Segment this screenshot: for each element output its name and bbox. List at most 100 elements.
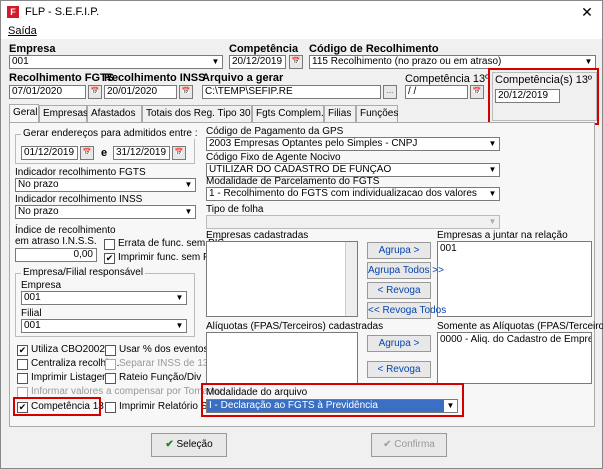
- indice-label-1: Índice de recolhimento: [15, 225, 116, 236]
- competencia13-field[interactable]: / /: [405, 85, 468, 99]
- gerar-enderecos-label: Gerar endereços para admitidos entre :: [21, 128, 200, 139]
- centraliza-checkbox[interactable]: [17, 359, 28, 370]
- calendar-icon[interactable]: 📅: [80, 146, 94, 160]
- recolhimento-inss-field[interactable]: 20/01/2020: [104, 85, 177, 99]
- empresa-select[interactable]: 001 ▼: [9, 55, 223, 69]
- recolhimento-fgts-label: Recolhimento FGTS: [9, 72, 115, 84]
- chevron-down-icon: ▼: [211, 57, 220, 66]
- usar-eventos-checkbox[interactable]: [105, 345, 116, 356]
- imprimir-func-label: Imprimir func. sem PIS: [118, 252, 220, 263]
- utiliza-cbo-checkbox[interactable]: ✔: [17, 345, 28, 356]
- imprimir-func-checkbox[interactable]: ✔: [104, 253, 115, 264]
- calendar-icon[interactable]: 📅: [179, 85, 193, 99]
- data-inicio-field[interactable]: 01/12/2019: [21, 146, 78, 160]
- imprimir-relatorio-checkbox[interactable]: [105, 402, 116, 413]
- highlight-competencias13: [488, 68, 599, 125]
- empresas-cadastradas-label: Empresas cadastradas: [206, 230, 309, 241]
- resp-filial-select[interactable]: 001 ▼: [21, 319, 187, 333]
- agrupa-aliquota-button[interactable]: Agrupa >: [367, 335, 431, 352]
- check-icon: ✔: [165, 439, 177, 450]
- competencia13-label: Competência 13º: [405, 73, 490, 85]
- ind-inss-select[interactable]: No prazo ▼: [15, 205, 196, 219]
- chevron-down-icon: ▼: [184, 207, 193, 216]
- competencia-label: Competência: [229, 43, 299, 55]
- confirma-label: Confirma: [394, 439, 435, 450]
- chevron-down-icon: ▼: [175, 293, 184, 302]
- list-item[interactable]: 0000 - Aliq. do Cadastro de Empresas (Pa: [438, 333, 591, 346]
- revoga-button[interactable]: < Revoga: [367, 282, 431, 299]
- list-item[interactable]: 001: [438, 242, 591, 255]
- check-icon: ✔: [383, 439, 395, 450]
- aliquotas-list[interactable]: [206, 332, 358, 384]
- parcelamento-value: 1 - Recolhimento do FGTS com individuali…: [209, 188, 477, 199]
- confirma-button[interactable]: ✔ Confirma: [371, 433, 447, 457]
- arquivo-label: Arquivo a gerar: [202, 72, 284, 84]
- revoga-todos-button[interactable]: << Revoga Todos: [367, 302, 446, 319]
- aliquotas-somente-label: Somente as Alíquotas (FPAS/Terceiros): [437, 321, 603, 332]
- tipo-folha-select[interactable]: ▼: [206, 215, 500, 229]
- main-window: F FLP - S.E.F.I.P. ✕ Saída Empresa 001 ▼ …: [0, 0, 603, 469]
- agrupa-todos-button[interactable]: Agrupa Todos >>: [367, 262, 444, 279]
- codigo-recolhimento-value: 115 Recolhimento (no prazo ou em atraso): [312, 56, 502, 67]
- empresas-juntar-list[interactable]: 001: [437, 241, 592, 317]
- tab-totais[interactable]: Totais dos Reg. Tipo 30: [142, 105, 252, 122]
- empresas-cadastradas-list[interactable]: [206, 241, 358, 317]
- codigo-recolhimento-select[interactable]: 115 Recolhimento (no prazo ou em atraso)…: [309, 55, 596, 69]
- informar-valores-label: Informar valores a compensar por Tomador: [31, 386, 223, 397]
- empresa-label: Empresa: [9, 43, 56, 55]
- agente-nocivo-select[interactable]: UTILIZAR DO CADASTRO DE FUNÇÃO ▼: [206, 163, 500, 177]
- e-label: e: [101, 147, 108, 159]
- folder-icon[interactable]: …: [383, 85, 397, 99]
- app-icon: F: [7, 6, 19, 18]
- tab-filias[interactable]: Filias: [324, 105, 356, 122]
- rateio-checkbox[interactable]: [105, 373, 116, 384]
- utiliza-cbo-label: Utiliza CBO2002: [31, 344, 105, 355]
- separar-inss-checkbox[interactable]: [105, 359, 116, 370]
- tipo-folha-label: Tipo de folha: [206, 204, 264, 215]
- agrupa-button[interactable]: Agrupa >: [367, 242, 431, 259]
- tab-fgts-complem[interactable]: Fgts Complem.: [252, 105, 324, 122]
- competencia-field[interactable]: 20/12/2019: [229, 55, 286, 69]
- scrollbar[interactable]: [345, 242, 357, 316]
- revoga-aliquota-button[interactable]: < Revoga: [367, 361, 431, 378]
- highlight-modalidade: [201, 383, 464, 417]
- menu-bar: Saída: [1, 23, 602, 39]
- ind-fgts-select[interactable]: No prazo ▼: [15, 178, 196, 192]
- tab-afastados[interactable]: Afastados: [87, 105, 142, 122]
- selecao-button[interactable]: ✔ Seleção: [151, 433, 227, 457]
- empresas-juntar-label: Empresas a juntar na relação: [437, 230, 568, 241]
- indice-label-2: em atraso I.N.S.S.: [15, 236, 97, 247]
- tab-geral[interactable]: Geral: [9, 104, 39, 123]
- data-fim-field[interactable]: 31/12/2019: [113, 146, 170, 160]
- indice-field[interactable]: 0,00: [15, 248, 97, 262]
- menu-saida[interactable]: Saída: [8, 25, 37, 37]
- agente-nocivo-label: Código Fixo de Agente Nocivo: [206, 152, 341, 163]
- responsavel-label: Empresa/Filial responsável: [21, 267, 146, 278]
- calendar-icon[interactable]: 📅: [88, 85, 102, 99]
- arquivo-field[interactable]: C:\TEMP\SEFIP.RE: [202, 85, 381, 99]
- chevron-down-icon: ▼: [184, 180, 193, 189]
- resp-empresa-value: 001: [24, 292, 41, 303]
- aliquotas-label: Alíquotas (FPAS/Terceiros) cadastradas: [206, 321, 384, 332]
- calendar-icon[interactable]: 📅: [172, 146, 186, 160]
- aliquotas-somente-list[interactable]: 0000 - Aliq. do Cadastro de Empresas (Pa: [437, 332, 592, 384]
- recolhimento-fgts-field[interactable]: 07/01/2020: [9, 85, 86, 99]
- recolhimento-inss-label: Recolhimento INSS: [104, 72, 206, 84]
- close-icon[interactable]: ✕: [575, 3, 599, 21]
- highlight-competencia13: [13, 397, 101, 416]
- ind-inss-value: No prazo: [18, 206, 59, 217]
- calendar-icon[interactable]: 📅: [470, 85, 484, 99]
- resp-empresa-label: Empresa: [21, 280, 62, 291]
- tab-empresas[interactable]: Empresas: [39, 105, 88, 122]
- errata-checkbox[interactable]: [104, 239, 115, 250]
- ind-fgts-value: No prazo: [18, 179, 59, 190]
- parcelamento-select[interactable]: 1 - Recolhimento do FGTS com individuali…: [206, 187, 500, 201]
- chevron-down-icon: ▼: [175, 321, 184, 330]
- imprimir-listagem-checkbox[interactable]: [17, 373, 28, 384]
- calendar-icon[interactable]: 📅: [289, 55, 303, 69]
- ind-inss-label: Indicador recolhimento INSS: [15, 194, 143, 205]
- resp-empresa-select[interactable]: 001 ▼: [21, 291, 187, 305]
- empresa-value: 001: [12, 56, 29, 67]
- tab-funcoes[interactable]: Funções: [356, 105, 398, 122]
- gps-select[interactable]: 2003 Empresas Optantes pelo Simples - CN…: [206, 137, 500, 151]
